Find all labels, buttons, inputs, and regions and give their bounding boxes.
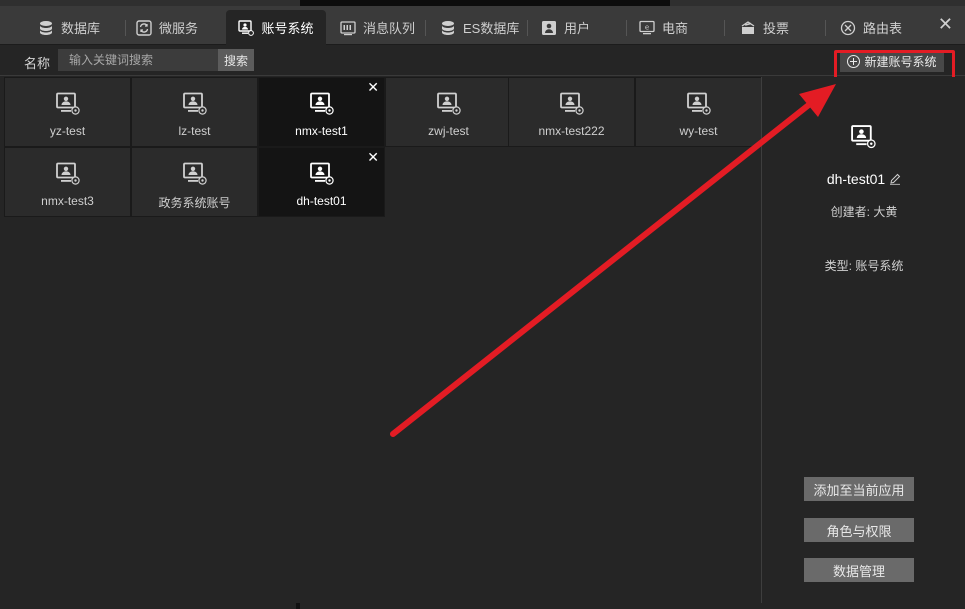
pencil-icon[interactable]: [889, 173, 901, 185]
account-card-selected[interactable]: nmx-test1 ✕: [258, 77, 385, 147]
account-name: nmx-test1: [295, 124, 348, 138]
detail-title-text: dh-test01: [826, 171, 886, 187]
account-card[interactable]: yz-test: [4, 77, 131, 147]
user-icon: [542, 20, 556, 35]
tab-separator: [626, 20, 627, 36]
tab-route-table[interactable]: 路由表: [840, 10, 926, 45]
tab-label: 路由表: [863, 21, 903, 36]
tab-bar: 数据库 微服务 账号系统 消息队列 ES数据库 用户 e 电商 投票 路由表 ✕: [0, 6, 965, 45]
tab-user[interactable]: 用户: [541, 10, 627, 45]
tab-es-database[interactable]: ES数据库: [440, 10, 528, 45]
account-card[interactable]: zwj-test: [385, 77, 512, 147]
account-system-icon: [55, 162, 80, 185]
account-system-icon: [182, 162, 207, 185]
database-icon: [40, 20, 52, 35]
search-button[interactable]: 搜索: [218, 49, 254, 71]
account-name: nmx-test3: [41, 194, 94, 208]
name-label: 名称: [24, 56, 51, 71]
tab-separator: [125, 20, 126, 36]
data-management-button[interactable]: 数据管理: [804, 558, 914, 582]
tab-message-queue[interactable]: 消息队列: [340, 10, 426, 45]
svg-text:e: e: [645, 23, 649, 31]
refresh-service-icon: [136, 19, 152, 36]
account-system-icon: [686, 92, 711, 115]
account-card-selected[interactable]: dh-test01 ✕: [258, 147, 385, 217]
tab-microservice[interactable]: 微服务: [136, 10, 226, 45]
bottom-edge: [0, 603, 965, 609]
account-name: lz-test: [178, 124, 211, 138]
account-name: nmx-test222: [538, 124, 605, 138]
detail-type: 类型: 账号系统: [824, 259, 904, 273]
account-system-icon: [238, 19, 255, 36]
tab-separator: [425, 20, 426, 36]
tab-separator: [527, 20, 528, 36]
tab-label: 账号系统: [261, 21, 314, 36]
message-queue-icon: [340, 20, 356, 35]
account-card[interactable]: wy-test: [635, 77, 762, 147]
tab-label: 消息队列: [363, 21, 416, 36]
tab-label: 微服务: [159, 21, 199, 36]
account-name: yz-test: [49, 124, 86, 138]
tab-separator: [724, 20, 725, 36]
ecommerce-icon: e: [639, 20, 655, 34]
account-name: zwj-test: [428, 124, 469, 138]
account-name: 政务系统账号: [158, 196, 231, 210]
tab-label: 数据库: [61, 21, 101, 36]
vote-icon: [741, 20, 755, 34]
account-system-icon: [55, 92, 80, 115]
toolbar: 名称 搜索 新建账号系统: [0, 46, 965, 76]
tab-database[interactable]: 数据库: [38, 10, 126, 45]
account-name: dh-test01: [296, 194, 347, 208]
account-system-icon: [309, 162, 334, 185]
account-system-icon: [559, 92, 584, 115]
account-card[interactable]: nmx-test3: [4, 147, 131, 217]
detail-panel: dh-test01 创建者: 大黄 类型: 账号系统 添加至当前应用 角色与权限…: [761, 77, 965, 609]
detail-creator: 创建者: 大黄: [830, 205, 898, 219]
tab-label: 投票: [763, 21, 790, 36]
bottom-edge-segment: [296, 603, 300, 609]
detail-title: dh-test01: [762, 171, 965, 187]
account-system-icon: [436, 92, 461, 115]
tab-label: ES数据库: [463, 21, 520, 36]
account-system-icon: [182, 92, 207, 115]
close-icon[interactable]: ✕: [367, 79, 379, 96]
account-card[interactable]: nmx-test222: [508, 77, 635, 147]
tab-account-system[interactable]: 账号系统: [226, 10, 326, 45]
account-system-icon: [309, 92, 334, 115]
account-card[interactable]: 政务系统账号: [131, 147, 258, 217]
account-system-icon: [851, 125, 876, 149]
annotation-arrow-shaft: [390, 97, 818, 437]
add-to-current-app-button[interactable]: 添加至当前应用: [804, 477, 914, 501]
roles-permissions-button[interactable]: 角色与权限: [804, 518, 914, 542]
tab-ecommerce[interactable]: e 电商: [639, 10, 725, 45]
route-table-icon: [840, 20, 856, 35]
tab-vote[interactable]: 投票: [740, 10, 826, 45]
annotation-highlight-box: [834, 50, 955, 80]
close-icon[interactable]: ✕: [938, 15, 953, 33]
es-database-icon: [442, 20, 454, 35]
account-name: wy-test: [679, 124, 718, 138]
tab-separator: [825, 20, 826, 36]
tab-label: 电商: [662, 21, 689, 36]
close-icon[interactable]: ✕: [367, 149, 379, 166]
account-card[interactable]: lz-test: [131, 77, 258, 147]
search-input[interactable]: [58, 49, 218, 71]
tab-label: 用户: [564, 21, 591, 36]
